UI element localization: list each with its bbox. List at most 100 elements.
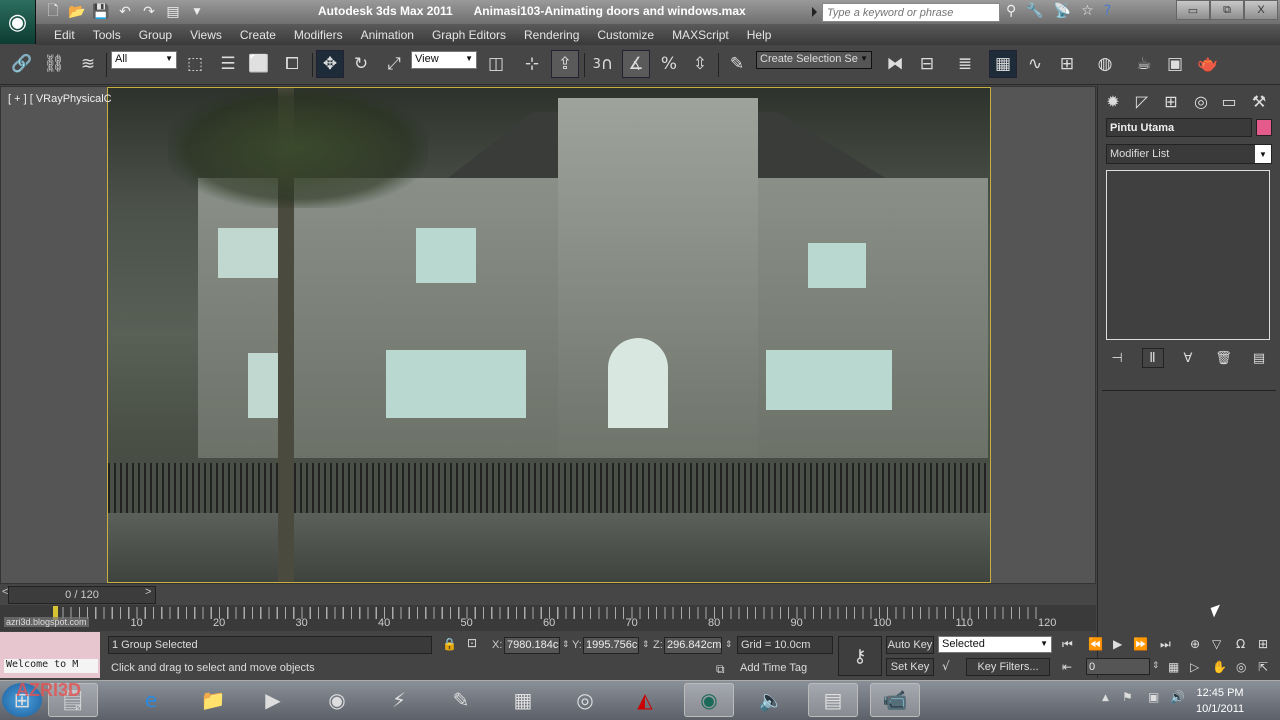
current-frame-field[interactable]: [1086, 658, 1150, 675]
bind-to-space-warp-icon[interactable]: ≋: [74, 50, 102, 78]
next-frame-button[interactable]: >: [145, 586, 151, 598]
chevron-down-icon[interactable]: ▼: [1255, 145, 1271, 163]
angle-snap-icon[interactable]: ∡: [622, 50, 650, 78]
viewport-label[interactable]: [ + ] [ VRayPhysicalC: [8, 93, 112, 105]
named-selection-dropdown[interactable]: Create Selection Se: [756, 51, 872, 69]
time-slider[interactable]: 0 / 120: [8, 586, 156, 604]
select-and-scale-icon[interactable]: ⤢: [380, 50, 408, 78]
menu-maxscript[interactable]: MAXScript: [663, 28, 738, 42]
show-hidden-icons[interactable]: ▲: [1102, 693, 1109, 703]
set-key-button[interactable]: Set Key: [886, 658, 934, 676]
time-configuration-icon[interactable]: ▦: [1168, 660, 1179, 674]
select-object-icon[interactable]: ⬚: [181, 50, 209, 78]
render-setup-icon[interactable]: ☕: [1130, 50, 1158, 78]
play-icon[interactable]: ▶: [1113, 637, 1122, 651]
minimize-button[interactable]: ▭: [1176, 0, 1210, 20]
star-icon[interactable]: ☆: [1081, 3, 1094, 19]
menu-tools[interactable]: Tools: [84, 28, 130, 42]
key-filters-button[interactable]: Key Filters...: [966, 658, 1050, 676]
adobe-acrobat-icon[interactable]: ◭: [620, 683, 670, 717]
key-mode-toggle-icon[interactable]: ⇤: [1062, 660, 1072, 674]
y-spinner-icon[interactable]: ⇕: [642, 639, 650, 650]
go-to-start-icon[interactable]: ⏮: [1062, 637, 1073, 652]
frame-spinner-icon[interactable]: ⇕: [1152, 660, 1160, 671]
system-clock[interactable]: 12:45 PM 10/1/2011: [1196, 685, 1244, 717]
winamp-icon[interactable]: ⚡: [374, 683, 424, 717]
menu-group[interactable]: Group: [130, 28, 181, 42]
menu-customize[interactable]: Customize: [588, 28, 663, 42]
object-name-field[interactable]: [1106, 118, 1252, 137]
add-time-tag-button[interactable]: Add Time Tag: [737, 660, 833, 678]
modify-tab-icon[interactable]: ◸: [1129, 89, 1155, 113]
configure-modifier-sets-icon[interactable]: ▤: [1248, 348, 1270, 368]
menu-rendering[interactable]: Rendering: [515, 28, 588, 42]
control-panel-icon[interactable]: ▤: [808, 683, 858, 717]
unlink-selection-icon[interactable]: ⛓: [40, 50, 68, 78]
close-button[interactable]: X: [1244, 0, 1278, 20]
search-input[interactable]: [822, 3, 1000, 22]
rendered-frame-window-icon[interactable]: ▣: [1161, 50, 1189, 78]
time-slider-track[interactable]: [0, 585, 1096, 605]
spinner-snap-icon[interactable]: ⇳: [686, 50, 714, 78]
select-and-move-icon[interactable]: ✥: [316, 50, 344, 78]
volume-app-icon[interactable]: 🔈: [746, 683, 796, 717]
render-production-icon[interactable]: 🫖: [1194, 50, 1222, 78]
network-icon[interactable]: ▣: [1148, 690, 1159, 704]
show-end-result-icon[interactable]: Ⅱ: [1141, 348, 1164, 368]
maximize-viewport-icon[interactable]: ⊞: [1258, 637, 1268, 651]
hierarchy-tab-icon[interactable]: ⊞: [1158, 89, 1184, 113]
set-key-mode-icon[interactable]: ⚷: [838, 636, 882, 676]
volume-icon[interactable]: 🔊: [1170, 690, 1185, 704]
snaps-toggle-icon[interactable]: 3 ∩: [589, 50, 617, 78]
walk-through-icon[interactable]: ▷: [1190, 660, 1199, 674]
edit-named-selection-icon[interactable]: ✎: [723, 50, 751, 78]
internet-explorer-icon[interactable]: e: [126, 683, 176, 717]
auto-key-button[interactable]: Auto Key: [886, 636, 934, 654]
previous-key-icon[interactable]: ⏪: [1088, 637, 1103, 651]
project-folder-icon[interactable]: ▤: [164, 3, 182, 21]
customize-dropdown-icon[interactable]: ▼: [188, 3, 206, 21]
camera-app-icon[interactable]: 📹: [870, 683, 920, 717]
rectangular-selection-icon[interactable]: ⬜: [245, 50, 273, 78]
field-of-view-icon[interactable]: ▽: [1212, 637, 1221, 651]
pan-view-icon[interactable]: ✋: [1212, 660, 1227, 674]
select-and-rotate-icon[interactable]: ↻: [347, 50, 375, 78]
menu-graph-editors[interactable]: Graph Editors: [423, 28, 515, 42]
menu-modifiers[interactable]: Modifiers: [285, 28, 352, 42]
schematic-view-icon[interactable]: ⊞: [1053, 50, 1081, 78]
time-tag-icon[interactable]: ⧉: [716, 662, 725, 677]
x-coordinate-field[interactable]: 7980.184c: [504, 637, 560, 654]
display-tab-icon[interactable]: ▭: [1216, 89, 1242, 113]
media-center-icon[interactable]: ◎: [560, 683, 610, 717]
modifier-list-dropdown[interactable]: Modifier List: [1106, 144, 1272, 164]
save-icon[interactable]: 💾: [92, 3, 110, 21]
layer-manager-icon[interactable]: ≣: [951, 50, 979, 78]
go-to-end-icon[interactable]: ⏭: [1160, 637, 1171, 652]
use-pivot-center-icon[interactable]: ◫: [482, 50, 510, 78]
y-coordinate-field[interactable]: 1995.756c: [583, 637, 639, 654]
align-icon[interactable]: ⊟: [913, 50, 941, 78]
selection-filter-dropdown[interactable]: All: [111, 51, 177, 69]
remove-modifier-icon[interactable]: 🗑: [1213, 348, 1235, 368]
utilities-tab-icon[interactable]: ⚒: [1246, 89, 1272, 113]
z-coordinate-field[interactable]: 296.842cm: [664, 637, 722, 654]
pin-stack-icon[interactable]: ⊣: [1106, 348, 1128, 368]
graphite-modeling-icon[interactable]: ▦: [989, 50, 1017, 78]
default-tangent-icon[interactable]: √: [942, 659, 950, 673]
material-editor-icon[interactable]: ◍: [1091, 50, 1119, 78]
zoom-extents-icon[interactable]: ⇱: [1258, 660, 1268, 674]
motion-tab-icon[interactable]: ◎: [1188, 89, 1214, 113]
maxscript-listener-text[interactable]: Welcome to M: [4, 659, 98, 673]
menu-animation[interactable]: Animation: [352, 28, 423, 42]
mirror-icon[interactable]: ⧓: [881, 50, 909, 78]
calculator-icon[interactable]: ▦: [498, 683, 548, 717]
menu-help[interactable]: Help: [738, 28, 781, 42]
open-file-icon[interactable]: 📂: [68, 3, 86, 21]
search-expand-icon[interactable]: [812, 7, 817, 17]
menu-create[interactable]: Create: [231, 28, 285, 42]
action-center-icon[interactable]: ⚑: [1122, 690, 1133, 704]
redo-icon[interactable]: ↷: [140, 3, 158, 21]
reference-coordinate-dropdown[interactable]: View: [411, 51, 477, 69]
menu-views[interactable]: Views: [181, 28, 231, 42]
z-spinner-icon[interactable]: ⇕: [725, 639, 733, 650]
